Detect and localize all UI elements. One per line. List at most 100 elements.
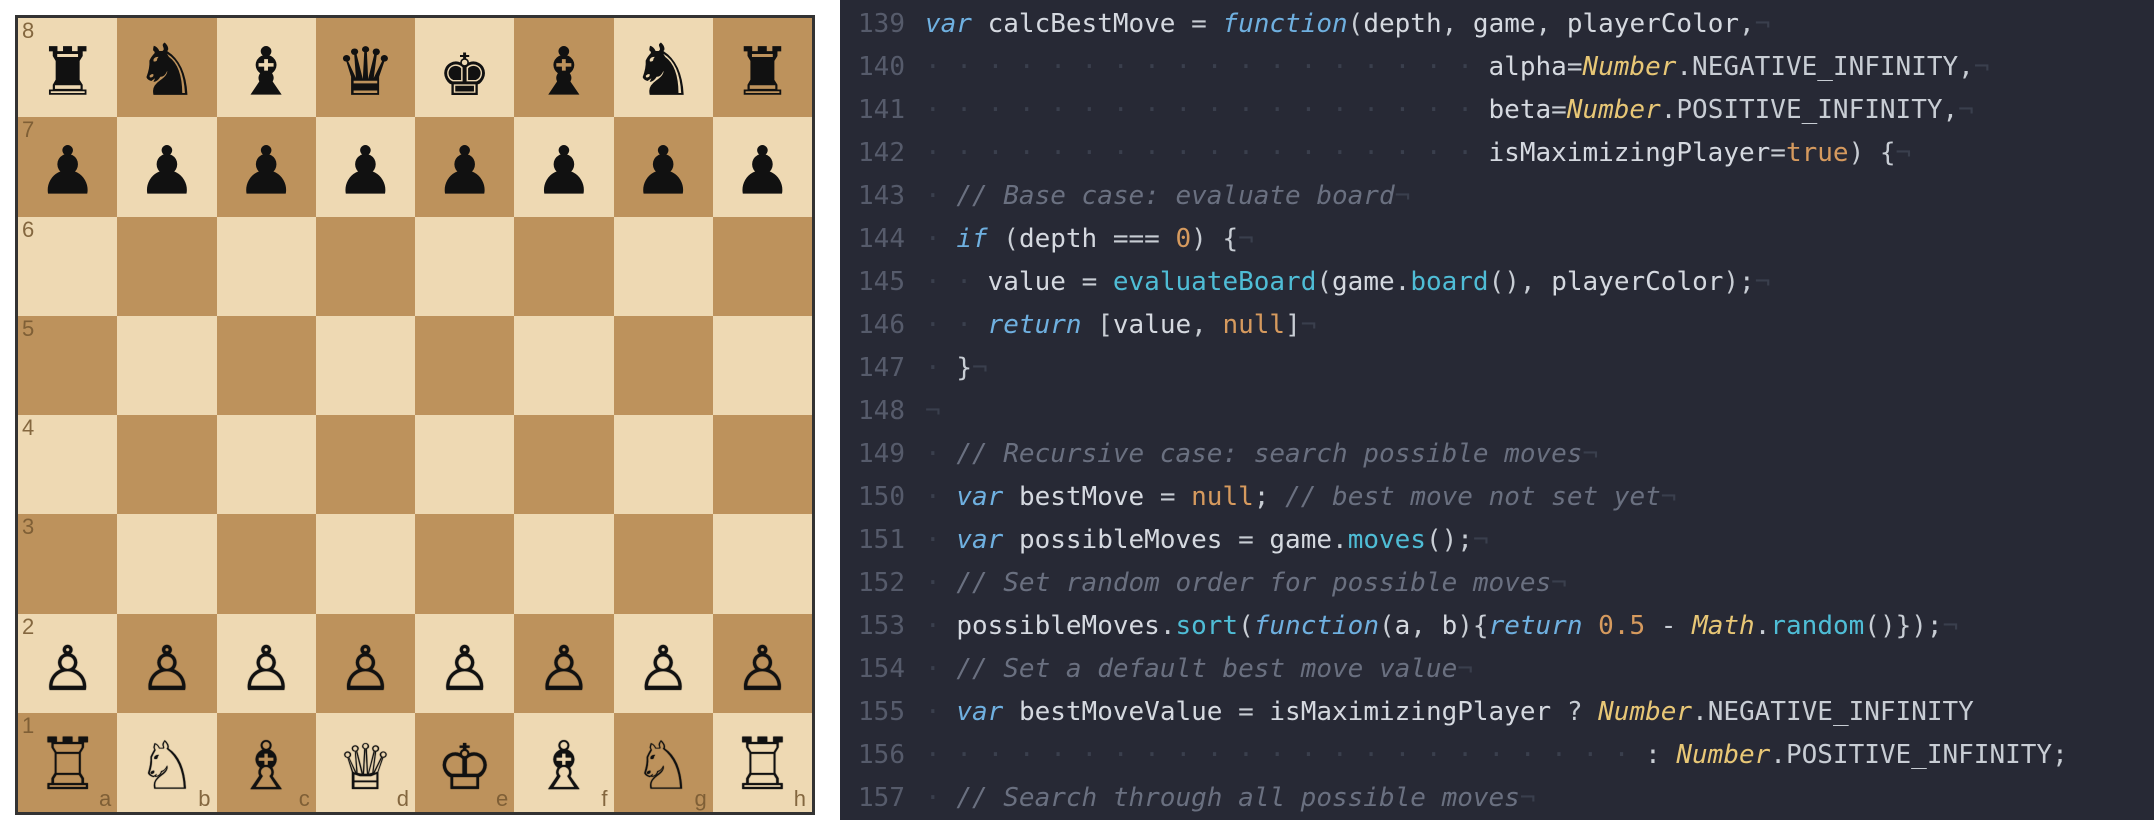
code-line[interactable]: 156· · · · · · · · · · · · · · · · · · ·…: [840, 733, 2154, 776]
square-c4[interactable]: [217, 415, 316, 514]
wp-piece[interactable]: ♙: [539, 622, 588, 704]
square-g6[interactable]: [614, 217, 713, 316]
code-line[interactable]: 157· // Search through all possible move…: [840, 776, 2154, 819]
square-b7[interactable]: ♟: [117, 117, 216, 216]
bp-piece[interactable]: ♟: [341, 126, 390, 208]
code-line[interactable]: 145· · value = evaluateBoard(game.board(…: [840, 260, 2154, 303]
bp-piece[interactable]: ♟: [142, 126, 191, 208]
line-content[interactable]: · · · · · · · · · · · · · · · · · · · · …: [925, 740, 2154, 770]
code-line[interactable]: 139var calcBestMove = function(depth, ga…: [840, 2, 2154, 45]
square-h4[interactable]: [713, 415, 812, 514]
line-content[interactable]: var calcBestMove = function(depth, game,…: [925, 9, 2154, 39]
wp-piece[interactable]: ♙: [440, 622, 489, 704]
line-content[interactable]: ¬: [925, 396, 2154, 426]
wp-piece[interactable]: ♙: [638, 622, 687, 704]
square-e2[interactable]: ♙: [415, 614, 514, 713]
code-line[interactable]: 141· · · · · · · · · · · · · · · · · · b…: [840, 88, 2154, 131]
line-content[interactable]: · // Set random order for possible moves…: [925, 568, 2154, 598]
code-line[interactable]: 149· // Recursive case: search possible …: [840, 432, 2154, 475]
bb-piece[interactable]: ♝: [539, 27, 588, 109]
line-content[interactable]: · · · · · · · · · · · · · · · · · · alph…: [925, 52, 2154, 82]
line-content[interactable]: · // Set a default best move value¬: [925, 654, 2154, 684]
square-e7[interactable]: ♟: [415, 117, 514, 216]
wn-piece[interactable]: ♘: [142, 721, 191, 803]
wb-piece[interactable]: ♗: [539, 721, 588, 803]
square-b4[interactable]: [117, 415, 216, 514]
line-content[interactable]: · · return [value, null]¬: [925, 310, 2154, 340]
square-g1[interactable]: ♘g: [614, 713, 713, 812]
line-content[interactable]: · var possibleMoves = game.moves();¬: [925, 525, 2154, 555]
chessboard[interactable]: ♜8♞♝♛♚♝♞♜♟7♟♟♟♟♟♟♟6543♙2♙♙♙♙♙♙♙♖1a♘b♗c♕d…: [15, 15, 815, 815]
square-f7[interactable]: ♟: [514, 117, 613, 216]
line-content[interactable]: · }¬: [925, 353, 2154, 383]
square-a3[interactable]: 3: [18, 514, 117, 613]
square-b5[interactable]: [117, 316, 216, 415]
wn-piece[interactable]: ♘: [638, 721, 687, 803]
square-f3[interactable]: [514, 514, 613, 613]
br-piece[interactable]: ♜: [43, 27, 92, 109]
line-content[interactable]: · · · · · · · · · · · · · · · · · · isMa…: [925, 138, 2154, 168]
bp-piece[interactable]: ♟: [43, 126, 92, 208]
wp-piece[interactable]: ♙: [241, 622, 290, 704]
square-g7[interactable]: ♟: [614, 117, 713, 216]
bp-piece[interactable]: ♟: [638, 126, 687, 208]
square-e3[interactable]: [415, 514, 514, 613]
square-h7[interactable]: ♟: [713, 117, 812, 216]
bn-piece[interactable]: ♞: [638, 27, 687, 109]
square-a5[interactable]: 5: [18, 316, 117, 415]
wr-piece[interactable]: ♖: [738, 721, 787, 803]
wp-piece[interactable]: ♙: [341, 622, 390, 704]
wr-piece[interactable]: ♖: [43, 721, 92, 803]
square-c3[interactable]: [217, 514, 316, 613]
square-b1[interactable]: ♘b: [117, 713, 216, 812]
wb-piece[interactable]: ♗: [241, 721, 290, 803]
square-g4[interactable]: [614, 415, 713, 514]
code-line[interactable]: 150· var bestMove = null; // best move n…: [840, 475, 2154, 518]
square-g8[interactable]: ♞: [614, 18, 713, 117]
line-content[interactable]: · var bestMoveValue = isMaximizingPlayer…: [925, 697, 2154, 727]
br-piece[interactable]: ♜: [738, 27, 787, 109]
line-content[interactable]: · // Base case: evaluate board¬: [925, 181, 2154, 211]
square-c5[interactable]: [217, 316, 316, 415]
code-line[interactable]: 147· }¬: [840, 346, 2154, 389]
bp-piece[interactable]: ♟: [738, 126, 787, 208]
square-e8[interactable]: ♚: [415, 18, 514, 117]
code-line[interactable]: 153· possibleMoves.sort(function(a, b){r…: [840, 604, 2154, 647]
line-content[interactable]: · var bestMove = null; // best move not …: [925, 482, 2154, 512]
code-line[interactable]: 151· var possibleMoves = game.moves();¬: [840, 518, 2154, 561]
square-c8[interactable]: ♝: [217, 18, 316, 117]
square-d2[interactable]: ♙: [316, 614, 415, 713]
bk-piece[interactable]: ♚: [440, 27, 489, 109]
square-a4[interactable]: 4: [18, 415, 117, 514]
square-c7[interactable]: ♟: [217, 117, 316, 216]
line-content[interactable]: · // Recursive case: search possible mov…: [925, 439, 2154, 469]
square-h2[interactable]: ♙: [713, 614, 812, 713]
square-f4[interactable]: [514, 415, 613, 514]
square-e4[interactable]: [415, 415, 514, 514]
code-line[interactable]: 155· var bestMoveValue = isMaximizingPla…: [840, 690, 2154, 733]
code-line[interactable]: 152· // Set random order for possible mo…: [840, 561, 2154, 604]
square-h6[interactable]: [713, 217, 812, 316]
bq-piece[interactable]: ♛: [341, 27, 390, 109]
bp-piece[interactable]: ♟: [241, 126, 290, 208]
square-d6[interactable]: [316, 217, 415, 316]
wp-piece[interactable]: ♙: [738, 622, 787, 704]
code-line[interactable]: 146· · return [value, null]¬: [840, 303, 2154, 346]
square-g5[interactable]: [614, 316, 713, 415]
square-a7[interactable]: ♟7: [18, 117, 117, 216]
wp-piece[interactable]: ♙: [142, 622, 191, 704]
square-f6[interactable]: [514, 217, 613, 316]
square-h1[interactable]: ♖h: [713, 713, 812, 812]
square-h3[interactable]: [713, 514, 812, 613]
square-d3[interactable]: [316, 514, 415, 613]
bp-piece[interactable]: ♟: [539, 126, 588, 208]
square-b6[interactable]: [117, 217, 216, 316]
line-content[interactable]: · · value = evaluateBoard(game.board(), …: [925, 267, 2154, 297]
square-a2[interactable]: ♙2: [18, 614, 117, 713]
square-c6[interactable]: [217, 217, 316, 316]
square-e6[interactable]: [415, 217, 514, 316]
bp-piece[interactable]: ♟: [440, 126, 489, 208]
square-d8[interactable]: ♛: [316, 18, 415, 117]
square-c2[interactable]: ♙: [217, 614, 316, 713]
wq-piece[interactable]: ♕: [341, 721, 390, 803]
